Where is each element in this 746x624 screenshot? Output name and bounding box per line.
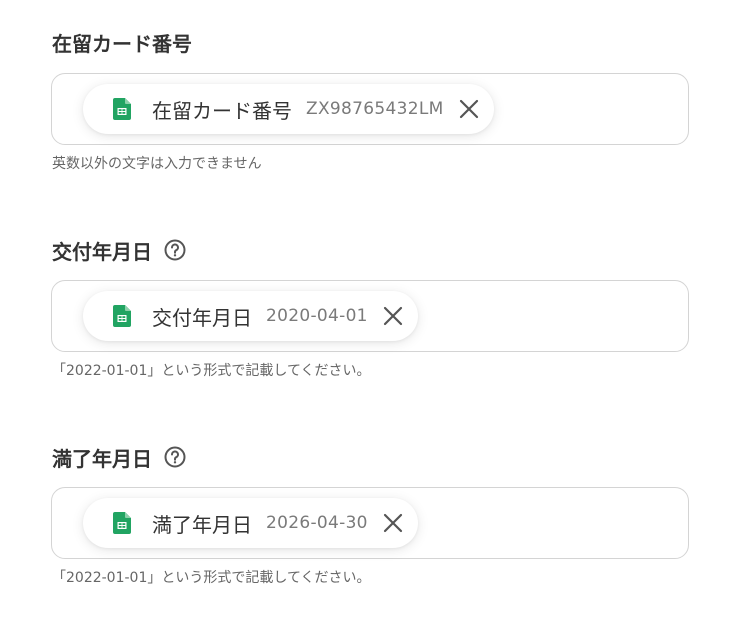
issue-date-input[interactable]: 交付年月日 2020-04-01 [51,280,689,352]
field-label-expiry-date: 満了年月日 [52,441,186,473]
field-hint: 「2022-01-01」という形式で記載してください。 [52,363,371,379]
expiry-date-input[interactable]: 満了年月日 2026-04-30 [51,487,689,559]
residence-card-number-input[interactable]: 在留カード番号 ZX98765432LM [51,73,689,145]
close-icon[interactable] [382,305,404,327]
field-hint: 英数以外の文字は入力できません [52,156,262,172]
variable-chip[interactable]: 在留カード番号 ZX98765432LM [83,84,494,134]
chip-label: 交付年月日 [152,305,252,330]
field-hint: 「2022-01-01」という形式で記載してください。 [52,570,371,586]
field-label-residence-card-number: 在留カード番号 [52,26,192,58]
google-sheets-icon [113,512,131,534]
chip-value: 2026-04-30 [266,513,368,533]
chip-label: 満了年月日 [152,512,252,537]
help-icon[interactable] [164,446,186,468]
field-label-issue-date: 交付年月日 [52,234,186,266]
help-icon[interactable] [164,239,186,261]
variable-chip[interactable]: 満了年月日 2026-04-30 [83,498,418,548]
google-sheets-icon [113,305,131,327]
field-label-text: 満了年月日 [52,446,152,471]
google-sheets-icon [113,98,131,120]
field-label-text: 在留カード番号 [52,31,192,56]
chip-value: 2020-04-01 [266,306,368,326]
close-icon[interactable] [382,512,404,534]
field-label-text: 交付年月日 [52,239,152,264]
chip-value: ZX98765432LM [306,99,444,119]
chip-label: 在留カード番号 [152,98,292,123]
close-icon[interactable] [458,98,480,120]
variable-chip[interactable]: 交付年月日 2020-04-01 [83,291,418,341]
